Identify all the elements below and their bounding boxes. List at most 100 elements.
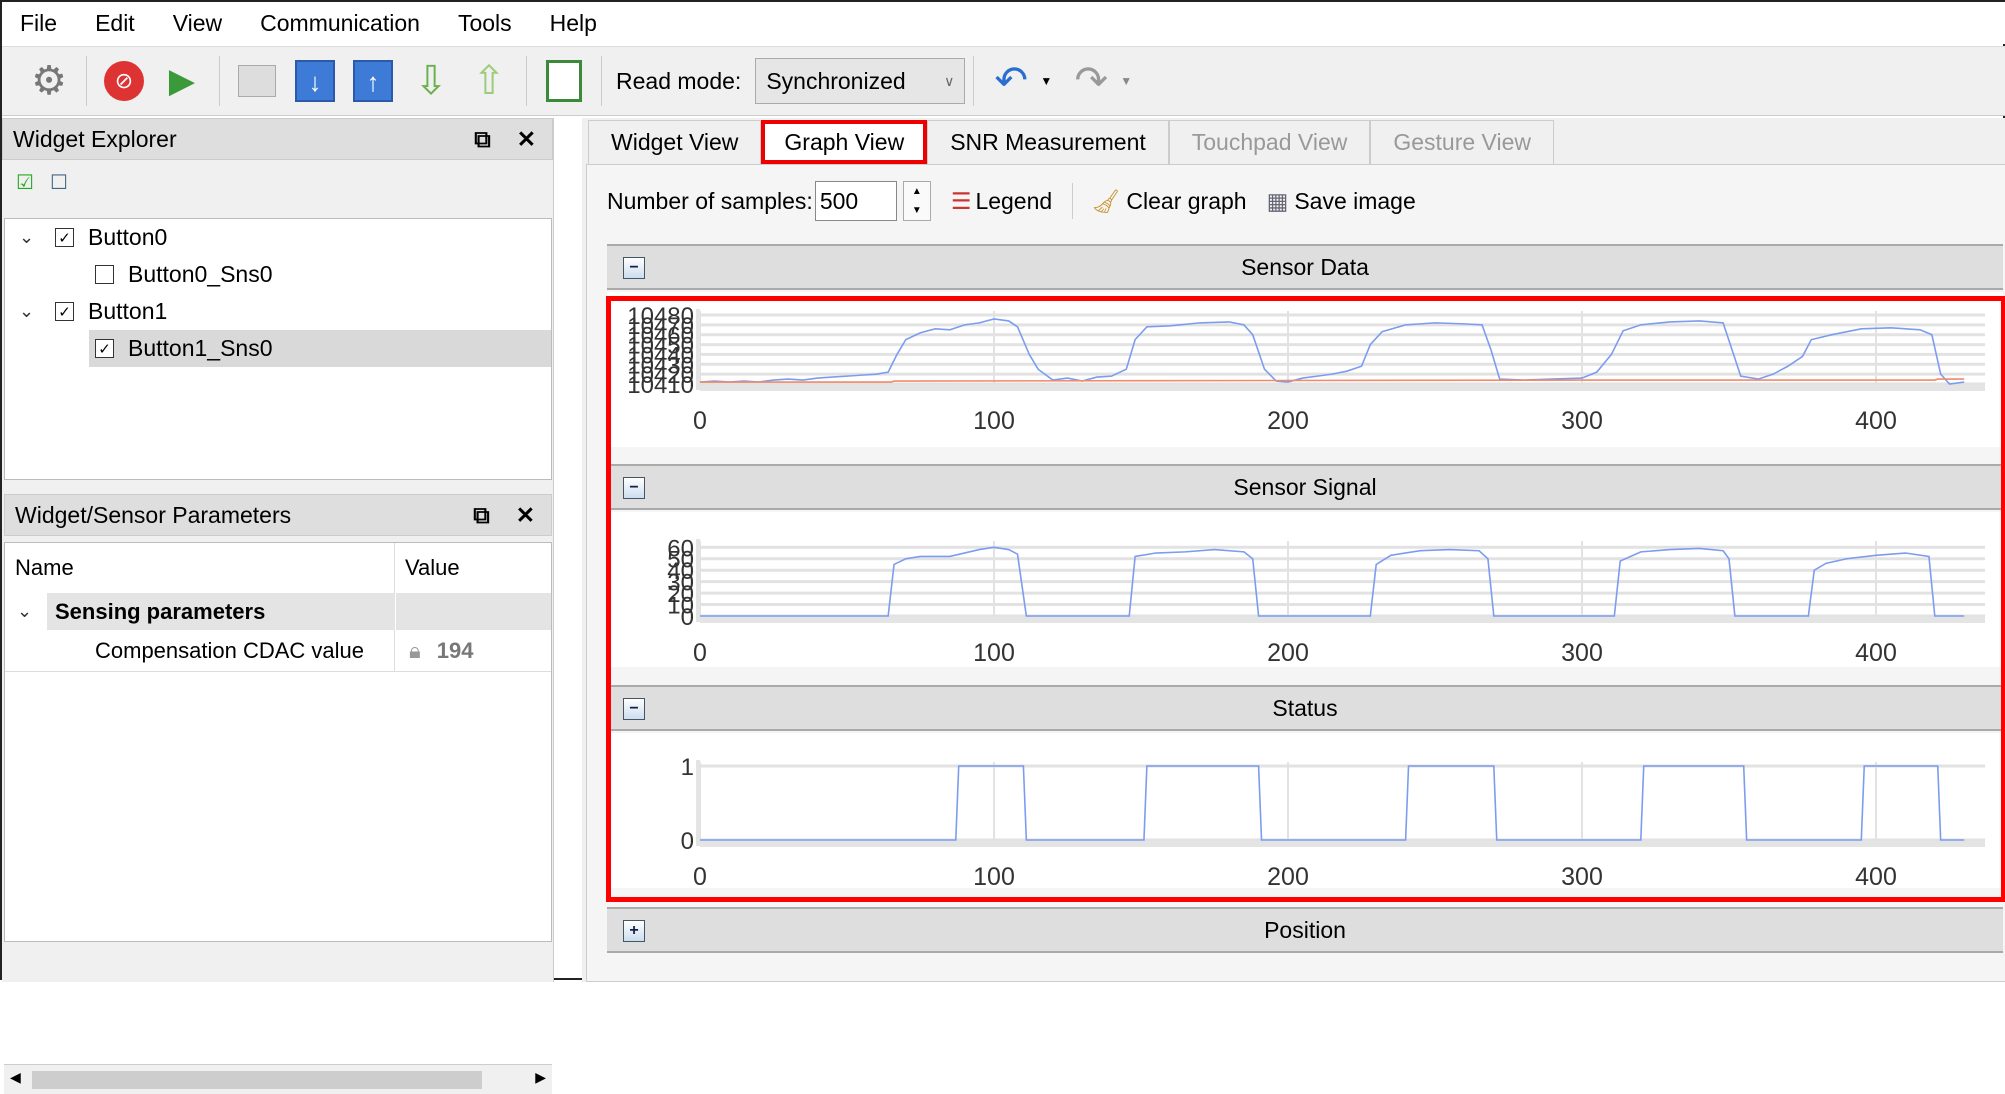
samples-input[interactable]: 500: [814, 181, 897, 221]
save-image-label: Save image: [1294, 187, 1416, 214]
tab-graph-view[interactable]: Graph View: [761, 120, 928, 164]
menu-edit[interactable]: Edit: [95, 10, 135, 37]
tab-widget-view[interactable]: Widget View: [588, 120, 762, 164]
read-mode-select[interactable]: Synchronized ∨: [755, 58, 966, 104]
menu-file[interactable]: File: [20, 10, 57, 37]
checkbox[interactable]: ✓: [55, 228, 74, 247]
expand-icon[interactable]: +: [623, 920, 645, 942]
y-tick-label: 60: [667, 535, 694, 562]
tree-item-button0-sns0[interactable]: Button0_Sns0: [5, 256, 551, 293]
legend-button[interactable]: ☰ Legend: [951, 188, 1052, 215]
undo-dropdown-icon[interactable]: ▼: [1040, 74, 1052, 88]
sensor-signal-graph: 0 10 20 30 40 50 60 0 100 200 300 400: [607, 512, 2003, 667]
scroll-right-icon[interactable]: ▶: [535, 1069, 546, 1086]
collapse-icon[interactable]: −: [623, 698, 645, 720]
write-icon[interactable]: ⇧: [464, 56, 514, 106]
gear-icon[interactable]: ⚙: [24, 56, 74, 106]
scrollbar-thumb[interactable]: [32, 1071, 482, 1089]
column-name: Name: [5, 543, 395, 593]
horizontal-scrollbar[interactable]: ◀ ▶: [4, 1064, 552, 1094]
status-chart: 0 1 0 100 200 300 400: [681, 754, 1985, 891]
chevron-down-icon[interactable]: ⌄: [19, 227, 39, 248]
x-tick-label: 0: [693, 407, 707, 435]
clear-graph-button[interactable]: 🧹︎ Clear graph: [1091, 188, 1246, 215]
tree-item-button1-sns0[interactable]: ✓ Button1_Sns0: [89, 330, 551, 367]
menu-view[interactable]: View: [173, 10, 222, 37]
parameters-table: Name Value ⌄ Sensing parameters Compensati…: [4, 542, 552, 942]
scroll-left-icon[interactable]: ◀: [10, 1069, 21, 1086]
graph-title: Position: [1264, 916, 1346, 943]
collapse-icon[interactable]: −: [623, 257, 645, 279]
sensor-data-graph: 10410 10420 10430 10440 10450 10460 10470 10480…: [607, 292, 2003, 447]
sensor-data-chart: 1041010420104301044010450104601047010480…: [627, 303, 1985, 435]
y-tick-label: 1: [681, 754, 694, 781]
checkbox[interactable]: [95, 265, 114, 284]
read-mode-label: Read mode:: [616, 67, 742, 94]
upload-icon[interactable]: ↑: [348, 56, 398, 106]
table-row[interactable]: Compensation CDAC value 🔒︎ 194: [5, 630, 551, 672]
widget-explorer-header: Widget Explorer ⧉ ✕: [2, 118, 553, 160]
save-image-button[interactable]: ▦ Save image: [1267, 188, 1416, 215]
uncheck-all-icon[interactable]: ☐: [50, 170, 68, 195]
checkbox[interactable]: ✓: [95, 339, 114, 358]
tree-item-button0[interactable]: ⌄ ✓ Button0: [5, 219, 551, 256]
sensor-data-header[interactable]: − Sensor Data: [607, 244, 2003, 290]
menu-help[interactable]: Help: [550, 10, 597, 37]
x-tick-label: 300: [1561, 863, 1603, 888]
samples-stepper[interactable]: ▲ ▼: [902, 181, 931, 221]
spin-up-icon[interactable]: ▲: [912, 186, 922, 197]
x-tick-label: 300: [1561, 407, 1603, 435]
x-tick-label: 200: [1267, 639, 1309, 667]
clear-graph-label: Clear graph: [1126, 187, 1247, 214]
sensor-signal-chart: 01020304050600 100 200 300 400: [667, 535, 1985, 667]
tab-snr-measurement[interactable]: SNR Measurement: [927, 120, 1169, 164]
check-all-icon[interactable]: ☑: [16, 170, 34, 195]
broom-icon: 🧹︎: [1091, 187, 1121, 214]
status-header[interactable]: − Status: [607, 685, 2003, 731]
samples-label: Number of samples:: [607, 187, 813, 214]
menu-communication[interactable]: Communication: [260, 10, 420, 37]
legend-icon: ☰: [950, 187, 972, 214]
stop-icon[interactable]: ⊘: [99, 56, 149, 106]
plot-area: [700, 311, 1985, 388]
tree-item-label: Button0: [88, 224, 168, 250]
plot-area: [700, 762, 1985, 844]
graph-view-panel: Number of samples: 500 ▲ ▼ ☰ Legend 🧹︎ Clea…: [586, 164, 2005, 982]
close-icon[interactable]: ✕: [516, 502, 535, 529]
spin-down-icon[interactable]: ▼: [912, 205, 922, 216]
redo-icon[interactable]: ↷: [1066, 56, 1116, 106]
tree-item-label: Button1: [88, 298, 168, 324]
redo-dropdown-icon[interactable]: ▼: [1120, 74, 1132, 88]
open-folder-icon[interactable]: [232, 56, 282, 106]
y-tick-label: 10480: [627, 303, 694, 330]
float-icon[interactable]: ⧉: [473, 502, 489, 529]
graph-toolbar: Number of samples: 500 ▲ ▼ ☰ Legend 🧹︎ Clea…: [607, 179, 1416, 223]
read-mode-value: Synchronized: [766, 67, 906, 94]
undo-icon[interactable]: ↶: [986, 56, 1036, 106]
x-tick-label: 400: [1855, 639, 1897, 667]
group-row[interactable]: ⌄ Sensing parameters: [5, 593, 551, 630]
tab-gesture-view: Gesture View: [1370, 120, 1554, 164]
y-tick-label: 0: [681, 828, 694, 855]
separator: [1072, 183, 1074, 219]
samples-value: 500: [819, 187, 859, 214]
float-icon[interactable]: ⧉: [474, 126, 490, 153]
collapse-icon[interactable]: −: [623, 477, 645, 499]
tab-bar: Widget View Graph View SNR Measurement T…: [588, 120, 1554, 164]
chevron-down-icon[interactable]: ⌄: [19, 301, 39, 322]
chevron-down-icon[interactable]: ⌄: [17, 601, 47, 622]
tree-item-label: Button1_Sns0: [128, 335, 273, 361]
download-icon[interactable]: ↓: [290, 56, 340, 106]
sensor-signal-header[interactable]: − Sensor Signal: [607, 464, 2003, 510]
position-header[interactable]: + Position: [607, 907, 2003, 953]
legend-label: Legend: [975, 187, 1053, 214]
log-icon[interactable]: [539, 56, 589, 106]
tree-item-button1[interactable]: ⌄ ✓ Button1: [5, 293, 551, 330]
menu-tools[interactable]: Tools: [458, 10, 512, 37]
explorer-tools: ☑ ☐: [16, 170, 68, 195]
play-icon[interactable]: ▶: [157, 56, 207, 106]
read-icon[interactable]: ⇩: [406, 56, 456, 106]
close-icon[interactable]: ✕: [517, 126, 536, 153]
checkbox[interactable]: ✓: [55, 302, 74, 321]
separator: [526, 56, 527, 106]
